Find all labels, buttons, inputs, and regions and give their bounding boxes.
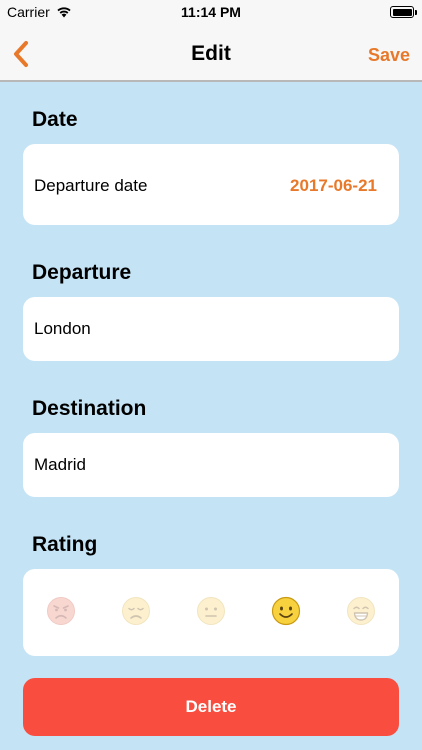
status-time: 11:14 PM [181, 4, 241, 20]
sad-face-icon[interactable] [121, 596, 151, 626]
destination-value: Madrid [34, 455, 86, 474]
date-card[interactable]: Departure date 2017-06-21 [23, 144, 399, 225]
battery-cap [415, 10, 417, 15]
smiling-face-icon[interactable] [271, 596, 301, 626]
date-section-title: Date [32, 108, 78, 131]
rating-card [23, 569, 399, 656]
page-title: Edit [191, 42, 231, 65]
angry-face-icon[interactable] [46, 596, 76, 626]
navigation-bar: Edit Save [0, 26, 422, 82]
departure-section-title: Departure [32, 261, 132, 284]
departure-date-label: Departure date [34, 176, 148, 195]
battery-level [392, 8, 412, 16]
battery-icon [390, 6, 414, 18]
delete-button[interactable]: Delete [23, 678, 399, 736]
rating-section-title: Rating [32, 533, 98, 556]
departure-date-value[interactable]: 2017-06-21 [290, 176, 377, 196]
departure-field[interactable]: London [23, 297, 399, 361]
departure-value: London [34, 319, 91, 338]
status-bar: Carrier 11:14 PM [0, 0, 422, 26]
save-button[interactable]: Save [368, 45, 410, 66]
destination-section-title: Destination [32, 397, 147, 420]
destination-field[interactable]: Madrid [23, 433, 399, 497]
neutral-face-icon[interactable] [196, 596, 226, 626]
grinning-face-icon[interactable] [346, 596, 376, 626]
